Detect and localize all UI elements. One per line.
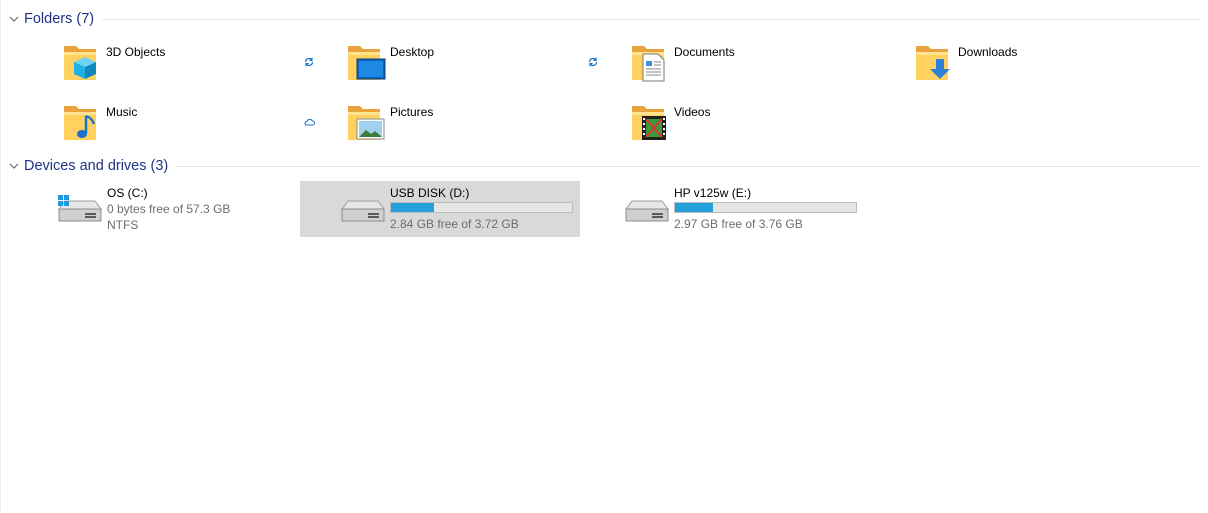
folder-name: Documents <box>674 45 735 59</box>
group-divider <box>176 165 1200 167</box>
folder-name: Pictures <box>390 105 434 119</box>
drive-name: USB DISK (D:) <box>390 186 470 200</box>
chevron-down-icon[interactable] <box>8 13 20 25</box>
drive-usage-fill <box>391 203 435 212</box>
folder-music[interactable]: Music <box>60 100 300 150</box>
drive-usage-fill <box>675 203 713 212</box>
drive-name: HP v125w (E:) <box>674 186 752 200</box>
drives-group-header[interactable]: Devices and drives (3) <box>8 157 1200 175</box>
folders-group-header[interactable]: Folders (7) <box>8 10 1200 28</box>
windows-drive-icon <box>58 195 102 222</box>
folder-3d-objects[interactable]: 3D Objects <box>60 40 300 90</box>
videos-folder-icon <box>632 106 666 140</box>
drive-filesystem: NTFS <box>107 218 139 232</box>
folder-name: 3D Objects <box>106 45 166 59</box>
drive-d[interactable]: USB DISK (D:) 2.84 GB free of 3.72 GB <box>300 181 580 237</box>
drive-name: OS (C:) <box>107 186 148 200</box>
drive-free-space: 2.84 GB free of 3.72 GB <box>390 217 519 231</box>
drive-c[interactable]: OS (C:) 0 bytes free of 57.3 GB NTFS <box>17 181 297 237</box>
folder-name: Desktop <box>390 45 435 59</box>
usb-drive-icon <box>625 200 669 222</box>
folder-desktop[interactable]: Desktop <box>344 40 584 90</box>
drive-usage-bar <box>390 202 573 213</box>
drive-free-space: 2.97 GB free of 3.76 GB <box>674 217 803 231</box>
usb-drive-icon <box>341 200 385 222</box>
3d-objects-folder-icon <box>64 46 96 80</box>
left-edge <box>0 0 1 513</box>
sync-icon <box>304 57 314 67</box>
sync-icon <box>588 57 598 67</box>
drive-free-space: 0 bytes free of 57.3 GB <box>107 202 231 216</box>
folder-videos[interactable]: Videos <box>628 100 868 150</box>
folder-name: Music <box>106 105 138 119</box>
drive-usage-bar <box>674 202 857 213</box>
downloads-folder-icon <box>916 46 950 80</box>
desktop-folder-icon <box>348 46 386 80</box>
folder-pictures[interactable]: Pictures <box>344 100 584 150</box>
pictures-folder-icon <box>348 106 385 140</box>
documents-folder-icon <box>632 46 665 82</box>
drives-group-title: Devices and drives (3) <box>24 158 169 174</box>
cloud-icon <box>304 118 315 126</box>
folder-name: Downloads <box>958 45 1018 59</box>
chevron-down-icon[interactable] <box>8 160 20 172</box>
folder-name: Videos <box>674 105 711 119</box>
folders-group-title: Folders (7) <box>24 11 95 27</box>
folder-documents[interactable]: Documents <box>628 40 868 90</box>
music-folder-icon <box>64 106 96 140</box>
folder-downloads[interactable]: Downloads <box>912 40 1152 90</box>
drive-e[interactable]: HP v125w (E:) 2.97 GB free of 3.76 GB <box>584 181 864 237</box>
group-divider <box>102 18 1200 20</box>
